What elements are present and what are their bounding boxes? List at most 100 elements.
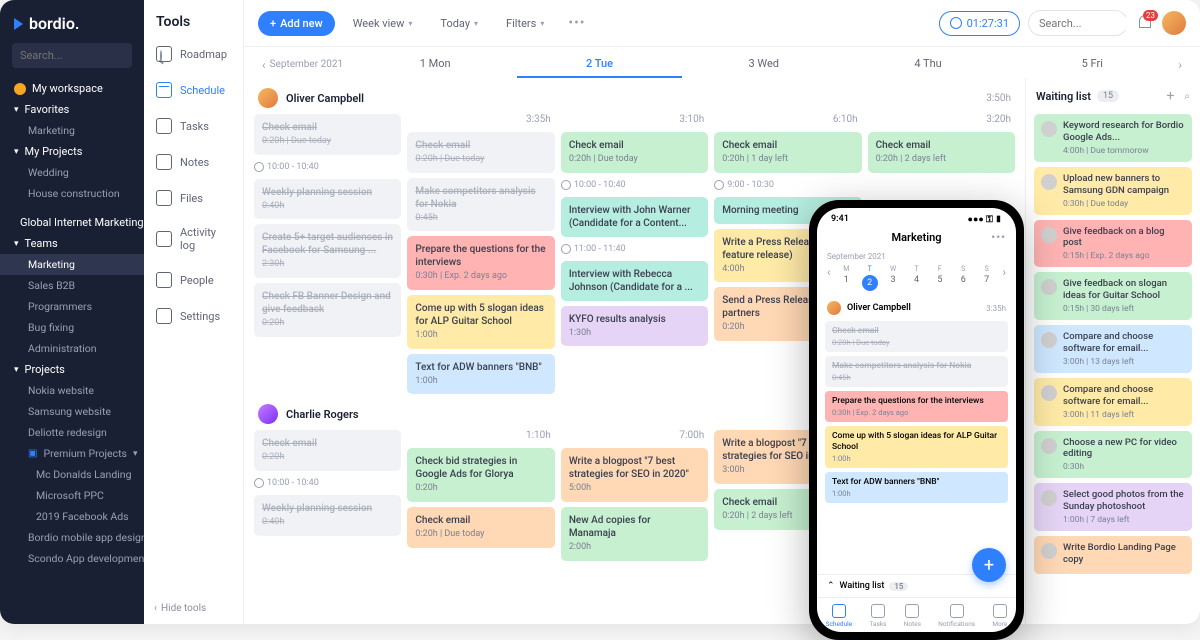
phone-day[interactable]: F5 [928, 265, 951, 291]
teams-item[interactable]: Programmers [0, 296, 144, 317]
search-icon[interactable]: ⌕ [1184, 91, 1190, 102]
projects-item[interactable]: Nokia website [0, 380, 144, 401]
phone-day[interactable]: T4 [905, 265, 928, 291]
workspace-item[interactable]: My workspace [0, 78, 144, 99]
phone-day[interactable]: M1 [835, 265, 858, 291]
waiting-card[interactable]: Compare and choose software for email...… [1034, 378, 1192, 426]
teams-item[interactable]: Marketing [0, 254, 144, 275]
tool-tasks[interactable]: Tasks [144, 108, 243, 144]
task-card[interactable]: Check email0:20h | 1 day left [714, 132, 861, 173]
tool-files[interactable]: Files [144, 180, 243, 216]
tool-people[interactable]: People [144, 262, 243, 298]
next-week-button[interactable]: › [1174, 58, 1186, 72]
day-header[interactable]: 4 Thu [846, 51, 1010, 78]
phone-task-card[interactable]: Prepare the questions for the interviews… [825, 391, 1008, 422]
phone-tab[interactable]: Notes [904, 604, 921, 628]
task-card[interactable]: Check email0:20h | Due today [407, 132, 554, 173]
phone-day[interactable]: S6 [952, 265, 975, 291]
topbar-search-input[interactable] [1039, 17, 1179, 30]
phone-day[interactable]: T2 [858, 265, 881, 291]
task-card[interactable]: Interview with John Warner (Candidate fo… [561, 197, 708, 237]
tool-settings[interactable]: Settings [144, 298, 243, 334]
task-card[interactable]: New Ad copies for Manamaja2:00h [561, 507, 708, 561]
task-card[interactable]: Interview with Rebecca Johnson (Candidat… [561, 261, 708, 301]
waiting-card[interactable]: Give feedback on slogan ideas for Guitar… [1034, 272, 1192, 320]
premium-folder[interactable]: ▣Premium Projects▾ [0, 443, 144, 464]
filters-dropdown[interactable]: Filters▾ [496, 11, 554, 36]
phone-task-card[interactable]: Make competitors analysis for Nokia0:45h [825, 356, 1008, 387]
myprojects-header[interactable]: ▾My Projects [0, 141, 144, 162]
favorites-header[interactable]: ▾Favorites [0, 99, 144, 120]
phone-more-icon[interactable]: ••• [991, 231, 1006, 244]
task-card[interactable]: Check email0:20h | 2 days left [868, 132, 1015, 173]
task-card[interactable]: Prepare the questions for the interviews… [407, 236, 554, 290]
phone-tab[interactable]: Notifications [938, 604, 975, 628]
teams-item[interactable]: Bug fixing [0, 317, 144, 338]
more-menu[interactable]: ••• [562, 15, 591, 31]
day-header[interactable]: 1 Mon [353, 51, 517, 78]
premium-item[interactable]: Microsoft PPC [0, 485, 144, 506]
user-avatar[interactable] [1162, 11, 1186, 35]
projects-header[interactable]: ▾Projects [0, 359, 144, 380]
premium-item[interactable]: 2019 Facebook Ads [0, 506, 144, 527]
teams-header[interactable]: ▾Teams [0, 233, 144, 254]
task-card[interactable]: Check bid strategies in Google Ads for G… [407, 448, 554, 502]
projects-item[interactable]: Bordio mobile app design [0, 527, 144, 548]
sidebar-search[interactable] [12, 43, 132, 68]
sidebar-search-input[interactable] [20, 49, 160, 62]
topbar-search[interactable]: ⌕ [1028, 10, 1128, 36]
tool-roadmap[interactable]: Roadmap [144, 36, 243, 72]
projects-item[interactable]: Scondo App development [0, 548, 144, 569]
waiting-card[interactable]: Keyword research for Bordio Google Ads..… [1034, 114, 1192, 162]
task-card[interactable]: Text for ADW banners "BNB"1:00h [407, 354, 554, 395]
day-header[interactable]: 2 Tue [517, 51, 681, 78]
task-card[interactable]: Come up with 5 slogan ideas for ALP Guit… [407, 295, 554, 349]
task-card[interactable]: Check email0:20h [254, 430, 401, 471]
phone-prev[interactable]: ‹ [823, 265, 835, 291]
waiting-card[interactable]: Write Bordio Landing Page copy [1034, 536, 1192, 574]
add-new-button[interactable]: +Add new [258, 11, 335, 36]
day-header[interactable]: 5 Fri [1010, 51, 1174, 78]
task-card[interactable]: Check email0:20h | Due today [407, 507, 554, 548]
waiting-card[interactable]: Choose a new PC for video editing0:30h [1034, 431, 1192, 479]
org-item[interactable]: Global Internet Marketing [0, 212, 144, 233]
task-card[interactable]: Check FB Banner Design and give feedback… [254, 283, 401, 337]
teams-item[interactable]: Sales B2B [0, 275, 144, 296]
phone-task-card[interactable]: Come up with 5 slogan ideas for ALP Guit… [825, 426, 1008, 468]
waiting-card[interactable]: Upload new banners to Samsung GDN campai… [1034, 167, 1192, 215]
premium-item[interactable]: Mc Donalds Landing [0, 464, 144, 485]
notifications-button[interactable]: 23 [1136, 14, 1154, 32]
task-card[interactable]: KYFO results analysis1:30h [561, 306, 708, 347]
myprojects-item[interactable]: Wedding [0, 162, 144, 183]
task-card[interactable]: Weekly planning session0:40h [254, 495, 401, 536]
phone-task-card[interactable]: Check email0:20h | Due today [825, 321, 1008, 352]
phone-day[interactable]: S7 [975, 265, 998, 291]
waiting-card[interactable]: Compare and choose software for email...… [1034, 325, 1192, 373]
view-dropdown[interactable]: Week view▾ [343, 11, 423, 36]
waiting-card[interactable]: Give feedback on a blog post0:15h | Exp.… [1034, 220, 1192, 268]
task-card[interactable]: Create 5+ target audiences in Facebook f… [254, 224, 401, 278]
task-card[interactable]: Weekly planning session0:40h [254, 179, 401, 220]
phone-next[interactable]: › [998, 265, 1010, 291]
phone-task-card[interactable]: Text for ADW banners "BNB"1:00h [825, 472, 1008, 503]
phone-tab[interactable]: Tasks [869, 604, 886, 628]
tool-schedule[interactable]: Schedule [144, 72, 243, 108]
myprojects-item[interactable]: House construction [0, 183, 144, 204]
task-card[interactable]: Write a blogpost "7 best strategies for … [561, 448, 708, 502]
projects-item[interactable]: Samsung website [0, 401, 144, 422]
projects-item[interactable]: Deliotte redesign [0, 422, 144, 443]
waiting-card[interactable]: Select good photos from the Sunday photo… [1034, 483, 1192, 531]
favorites-item[interactable]: Marketing [0, 120, 144, 141]
task-card[interactable]: Make competitors analysis for Nokia0:45h [407, 178, 554, 232]
task-card[interactable]: Check email0:20h | Due today [561, 132, 708, 173]
hide-tools-button[interactable]: ‹Hide tools [144, 593, 243, 624]
phone-tab[interactable]: More [992, 604, 1007, 628]
phone-tab[interactable]: Schedule [826, 604, 853, 628]
waiting-add-button[interactable]: + [1166, 88, 1174, 104]
prev-week-button[interactable]: ‹ [258, 58, 270, 72]
timer-badge[interactable]: 01:27:31 [939, 11, 1020, 36]
day-header[interactable]: 3 Wed [682, 51, 846, 78]
today-button[interactable]: Today▾ [430, 11, 488, 36]
teams-item[interactable]: Administration [0, 338, 144, 359]
task-card[interactable]: Check email0:20h | Due today [254, 114, 401, 155]
